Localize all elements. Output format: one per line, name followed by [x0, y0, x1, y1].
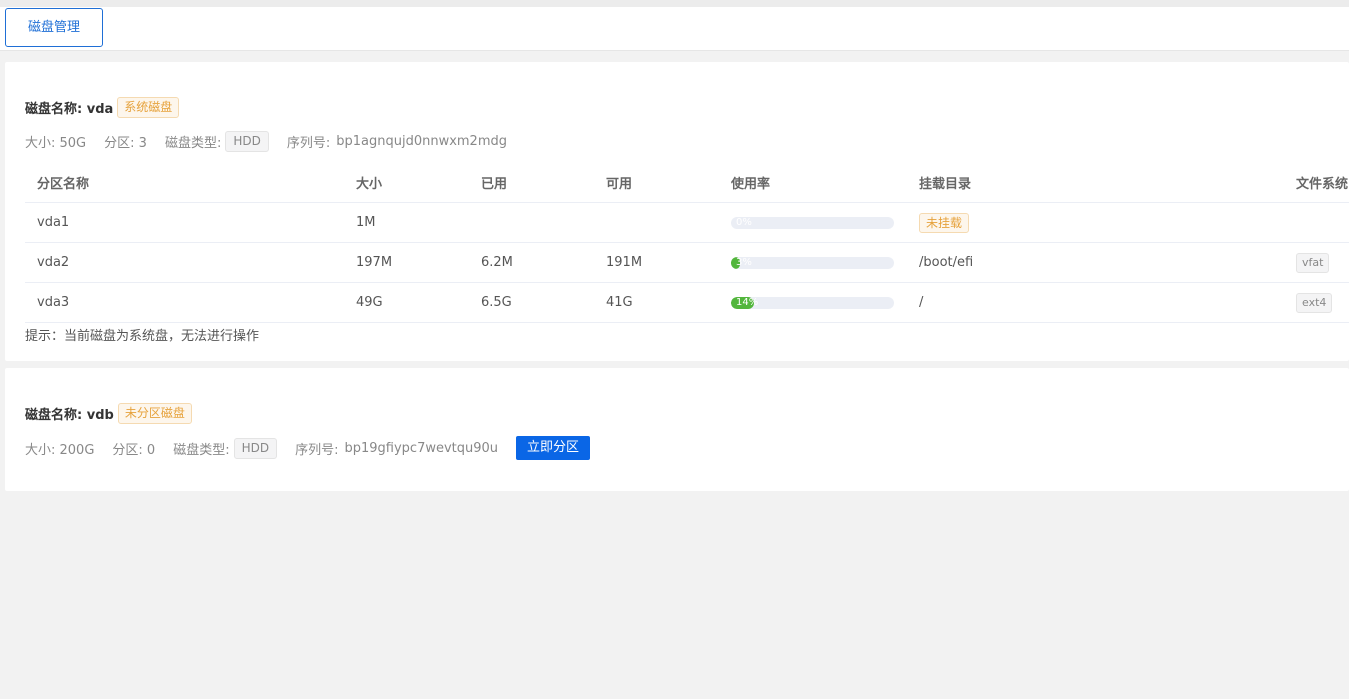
tab-bar: 磁盘管理	[0, 7, 1349, 51]
partition-filesystem: ext4	[1284, 282, 1349, 323]
disk-serial-label: 序列号:	[286, 136, 331, 151]
unpartitioned-disk-badge: 未分区磁盘	[117, 403, 192, 424]
system-disk-badge: 系统磁盘	[117, 97, 180, 118]
filesystem-badge: vfat	[1296, 252, 1330, 273]
tab-disk-management[interactable]: 磁盘管理	[5, 8, 103, 47]
partition-size: 197M	[344, 242, 469, 283]
disk-serial-label: 序列号:	[295, 442, 339, 458]
table-row: vda3 49G 6.5G 41G 14% / ext4	[25, 282, 1349, 323]
partition-available	[594, 202, 719, 243]
system-disk-hint: 提示：当前磁盘为系统盘，无法进行操作	[25, 329, 260, 344]
disk-serial: bp1agnqujd0nnwxm2mdg	[336, 134, 507, 149]
partition-usage: 0%	[719, 202, 907, 243]
col-filesystem: 文件系统	[1284, 162, 1349, 203]
partition-now-button[interactable]: 立即分区	[516, 436, 591, 460]
usage-progress-bar: 14%	[731, 296, 894, 309]
col-available: 可用	[594, 162, 719, 203]
disk-serial: bp19gfiypc7wevtqu90u	[344, 440, 499, 456]
usage-progress-bar: 3%	[731, 256, 894, 269]
partition-available: 41G	[594, 282, 719, 323]
partition-used: 6.2M	[469, 242, 594, 283]
partition-used	[469, 202, 594, 243]
disk-type-label: 磁盘类型:	[173, 442, 230, 458]
disk-meta: 大小: 50G 分区: 3 磁盘类型: HDD 序列号: bp1agnqujd0…	[25, 131, 507, 152]
partition-mount: 未挂载	[907, 202, 1284, 243]
unmounted-badge: 未挂载	[919, 212, 970, 233]
disk-meta: 大小: 200G 分区: 0 磁盘类型: HDD 序列号: bp19gfiypc…	[25, 436, 591, 460]
usage-percent: 14%	[736, 296, 759, 308]
table-row: vda2 197M 6.2M 191M 3% /boot/efi vfat	[25, 242, 1349, 283]
partition-used: 6.5G	[469, 282, 594, 323]
col-mount: 挂载目录	[907, 162, 1284, 203]
partition-filesystem: vfat	[1284, 242, 1349, 283]
partition-filesystem	[1284, 202, 1349, 243]
disk-size: 大小: 50G	[25, 136, 87, 151]
partition-size: 49G	[344, 282, 469, 323]
disk-card-vda: 磁盘名称: vda 系统磁盘 大小: 50G 分区: 3 磁盘类型: HDD 序…	[5, 62, 1349, 361]
usage-percent: 3%	[736, 256, 752, 268]
disk-partition-count: 分区: 0	[112, 442, 156, 458]
partition-table: 分区名称 大小 已用 可用 使用率 挂载目录 文件系统 vda1 1M 0% 未…	[25, 162, 1349, 323]
disk-size: 大小: 200G	[25, 442, 95, 458]
disk-title: 磁盘名称: vdb 未分区磁盘	[25, 403, 192, 424]
disk-type-label: 磁盘类型:	[164, 136, 222, 151]
top-strip	[0, 0, 1349, 7]
filesystem-badge: ext4	[1296, 292, 1333, 313]
col-partition-name: 分区名称	[25, 162, 344, 203]
usage-percent: 0%	[736, 216, 752, 228]
partition-mount: /	[907, 282, 1284, 323]
table-header-row: 分区名称 大小 已用 可用 使用率 挂载目录 文件系统	[25, 162, 1349, 203]
col-usage: 使用率	[719, 162, 907, 203]
usage-progress-bar: 0%	[731, 216, 894, 229]
partition-name: vda2	[25, 242, 344, 283]
partition-mount: /boot/efi	[907, 242, 1284, 283]
partition-usage: 3%	[719, 242, 907, 283]
col-size: 大小	[344, 162, 469, 203]
partition-available: 191M	[594, 242, 719, 283]
disk-name: 磁盘名称: vdb	[25, 408, 114, 423]
partition-name: vda3	[25, 282, 344, 323]
col-used: 已用	[469, 162, 594, 203]
partition-usage: 14%	[719, 282, 907, 323]
partition-size: 1M	[344, 202, 469, 243]
disk-type-badge: HDD	[233, 437, 278, 459]
disk-name: 磁盘名称: vda	[25, 102, 114, 117]
disk-title: 磁盘名称: vda 系统磁盘	[25, 97, 180, 118]
disk-partition-count: 分区: 3	[104, 136, 147, 151]
disk-card-vdb: 磁盘名称: vdb 未分区磁盘 大小: 200G 分区: 0 磁盘类型: HDD…	[5, 368, 1349, 491]
table-row: vda1 1M 0% 未挂载	[25, 202, 1349, 243]
disk-type-badge: HDD	[225, 131, 269, 152]
partition-name: vda1	[25, 202, 344, 243]
